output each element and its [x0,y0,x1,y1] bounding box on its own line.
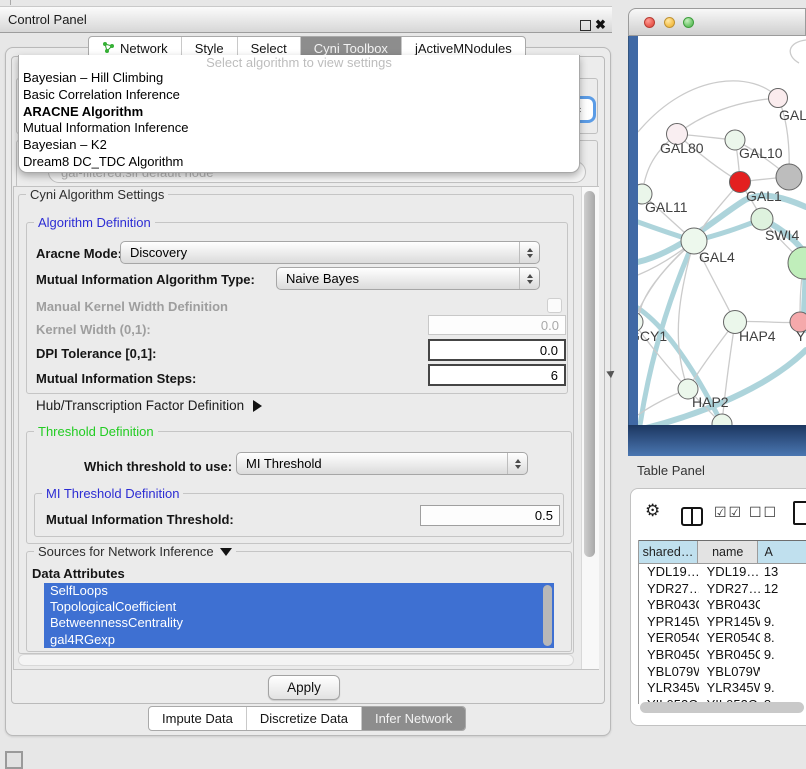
node-label: GCY1 [638,328,667,344]
window-edge-tick [10,0,11,5]
unchecked-boxes-icon[interactable]: ☐☐ [749,505,778,521]
minimize-window-icon[interactable] [664,17,675,28]
node-label: HAP2 [692,394,729,410]
attribute-item-gal4rgexp[interactable]: gal4RGexp [44,632,554,648]
mi-type-select[interactable]: Naive Bayes [276,267,540,290]
table-hscrollbar[interactable] [640,702,804,713]
manual-kernel-label: Manual Kernel Width Definition [36,299,228,314]
dpi-tolerance-field[interactable] [428,339,566,361]
column-header-shared-[interactable]: shared… [639,541,698,563]
node-label: GAL10 [739,145,783,161]
table-row[interactable]: YBL079WYBL079W [639,664,806,681]
node-label: Y [796,328,806,344]
aracne-mode-select[interactable]: Discovery [120,241,540,264]
table-row[interactable]: YBR043CYBR043C [639,597,806,614]
cyni-settings-title: Cyni Algorithm Settings [26,187,168,202]
which-threshold-select[interactable]: MI Threshold [236,452,528,475]
tab-infer-network[interactable]: Infer Network [362,707,465,730]
table-header-row: shared…nameA [639,540,806,564]
dropdown-placeholder: Select algorithm to view settings [19,55,579,70]
network-window-frame-bottom [628,425,806,456]
network-node-gal[interactable] [769,89,788,108]
attribute-item-betweennesscentrality[interactable]: BetweennessCentrality [44,615,554,631]
mi-threshold-group-title: MI Threshold Definition [42,486,183,501]
tab-discretize-data[interactable]: Discretize Data [247,707,362,730]
node-label: GAL1 [746,188,782,204]
table-row[interactable]: YBR045CYBR045C9. [639,647,806,664]
control-panel-title: Control Panel [8,7,87,32]
algorithm-dropdown-popup: Select algorithm to view settings Bayesi… [18,55,580,173]
node-label: GAL11 [645,199,688,215]
dpi-tolerance-label: DPI Tolerance [0,1]: [36,346,156,361]
settings-scrollbar-thumb[interactable] [584,191,595,557]
stepper-arrows-icon [519,242,539,263]
node-label: SWI4 [765,227,799,243]
task-tabbar: Impute DataDiscretize DataInfer Network [148,706,466,731]
node-table: shared…nameA YDL19…YDL19…13YDR27…YDR27…1… [638,540,806,704]
table-row[interactable]: YER054CYER054C8. [639,630,806,647]
algorithm-option-aracne-algorithm[interactable]: ARACNE Algorithm [19,104,579,121]
algorithm-definition-title: Algorithm Definition [34,215,155,230]
node-label: GAL4 [699,249,735,265]
algorithm-option-bayesian-hill-climbing[interactable]: Bayesian – Hill Climbing [19,70,579,87]
stepper-arrows-icon [519,268,539,289]
network-node[interactable] [776,164,802,190]
table-row[interactable]: YDR27…YDR27…12 [639,581,806,598]
attribute-item-selfloops[interactable]: SelfLoops [44,583,554,599]
columns-icon[interactable] [681,507,703,526]
mi-type-label: Mutual Information Algorithm Type: [36,272,255,287]
mi-threshold-label: Mutual Information Threshold: [46,512,234,527]
node-label: HAP4 [739,328,776,344]
table-row[interactable]: YDL19…YDL19…13 [639,564,806,581]
attribute-item-topologicalcoefficient[interactable]: TopologicalCoefficient [44,599,554,615]
expand-right-icon [253,400,262,412]
aracne-mode-label: Aracne Mode: [36,246,122,261]
algorithm-option-mutual-information-inference[interactable]: Mutual Information Inference [19,120,579,137]
apply-button[interactable]: Apply [268,675,340,700]
gear-icon[interactable]: ⚙ [645,501,660,521]
algorithm-option-basic-correlation-inference[interactable]: Basic Correlation Inference [19,87,579,104]
network-view[interactable]: GAL GAL80 GAL10 GAL1 GAL11 SWI4 GAL4 GCY1 HAP4 Y H… [638,36,806,425]
corner-grid-icon[interactable] [5,751,23,769]
node-label: GAL80 [660,140,704,156]
threshold-definition-title: Threshold Definition [34,424,158,439]
attribute-list-scrollbar[interactable] [543,585,552,646]
control-panel-titlebar: Control Panel ✖ [0,6,612,33]
settings-hscrollbar[interactable] [18,654,574,666]
column-header-a[interactable]: A [758,541,806,563]
sources-group-title[interactable]: Sources for Network Inference [34,544,236,559]
table-panel-title: Table Panel [637,463,705,478]
node-label: GAL [779,107,806,123]
hub-definition-expander[interactable]: Hub/Transcription Factor Definition [36,398,262,413]
zoom-window-icon[interactable] [683,17,694,28]
manual-kernel-checkbox[interactable] [547,298,562,313]
checked-boxes-icon[interactable]: ☑☑ [714,505,743,521]
column-header-name[interactable]: name [698,541,759,563]
algorithm-option-dream8-dc-tdc-algorithm[interactable]: Dream8 DC_TDC Algorithm [19,154,579,171]
mi-threshold-field[interactable] [420,505,560,526]
mi-steps-field[interactable] [428,364,566,386]
table-body: YDL19…YDL19…13YDR27…YDR27…12YBR043CYBR04… [639,564,806,704]
data-attributes-list[interactable]: SelfLoopsTopologicalCoefficientBetweenne… [44,583,554,648]
collapse-down-icon [220,548,232,556]
network-window-frame-left [628,36,638,425]
table-row[interactable]: YPR145WYPR145W9. [639,614,806,631]
app-root: { "colors": { "selection_blue": "#3e70d2… [0,0,806,762]
table-row[interactable]: YLR345WYLR345W9. [639,680,806,697]
close-window-icon[interactable] [644,17,655,28]
stepper-arrows-icon [507,453,527,474]
float-panel-icon[interactable] [580,20,591,31]
close-panel-icon[interactable]: ✖ [595,12,606,37]
which-threshold-label: Which threshold to use: [84,459,232,474]
document-icon[interactable] [793,501,806,525]
algorithm-option-bayesian-k2[interactable]: Bayesian – K2 [19,137,579,154]
tab-impute-data[interactable]: Impute Data [149,707,247,730]
kernel-width-field[interactable] [428,315,566,335]
network-node[interactable] [788,247,806,279]
mi-steps-label: Mutual Information Steps: [36,371,196,386]
data-attributes-label: Data Attributes [32,566,125,581]
network-window-titlebar[interactable] [628,8,806,36]
dropdown-items: Bayesian – Hill ClimbingBasic Correlatio… [19,70,579,171]
kernel-width-label: Kernel Width (0,1): [36,322,151,337]
